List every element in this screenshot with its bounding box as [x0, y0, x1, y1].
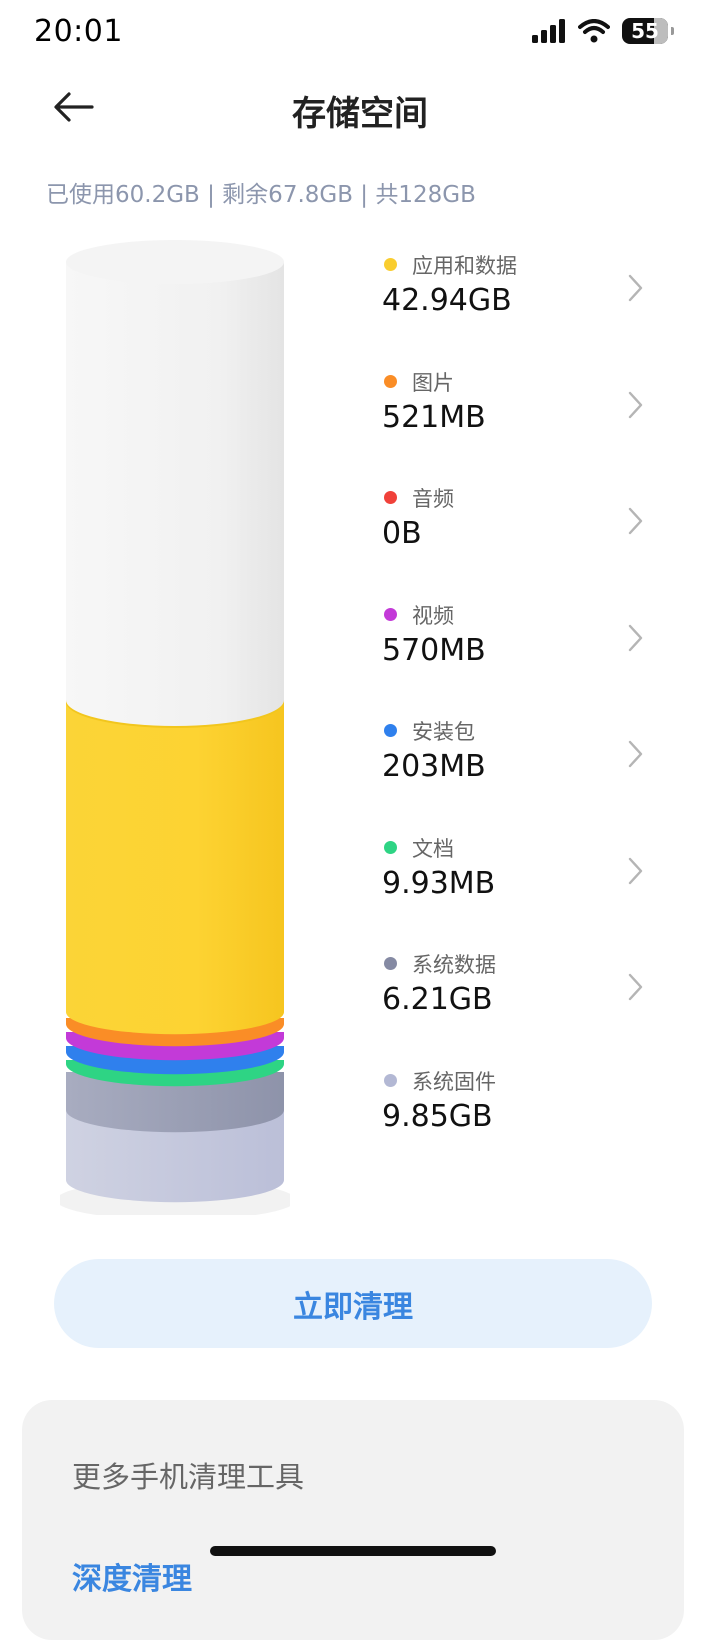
category-label: 文档	[412, 836, 454, 861]
storage-summary: 已使用60.2GB | 剩余67.8GB | 共128GB	[46, 182, 476, 208]
category-item-system-firmware: 系统固件 9.85GB	[382, 1064, 672, 1181]
category-list: 应用和数据 42.94GB 图片 521MB 音频 0B 视频 570MB 安装…	[382, 248, 672, 1180]
more-tools-card: 更多手机清理工具 深度清理	[22, 1400, 684, 1640]
chevron-right-icon	[628, 857, 643, 884]
header: 存储空间	[0, 72, 720, 142]
category-item-video[interactable]: 视频 570MB	[382, 598, 672, 715]
signal-icon	[532, 19, 565, 43]
more-tools-title: 更多手机清理工具	[72, 1460, 305, 1494]
chevron-right-icon	[628, 274, 643, 302]
category-item-installers[interactable]: 安装包 203MB	[382, 714, 672, 831]
chevron-right-icon	[628, 973, 643, 1001]
category-label: 图片	[412, 370, 454, 395]
status-time: 20:01	[34, 14, 123, 49]
color-dot	[384, 491, 397, 504]
chevron-right-icon	[628, 507, 643, 535]
category-label: 安装包	[412, 720, 475, 744]
category-item-documents[interactable]: 文档 9.93MB	[382, 831, 672, 948]
category-label: 应用和数据	[412, 254, 517, 278]
category-size: 9.93MB	[382, 865, 496, 901]
category-size: 0B	[382, 516, 422, 551]
battery-level-text: 55	[631, 19, 659, 43]
storage-cylinder-chart	[56, 235, 296, 1220]
category-item-photos[interactable]: 图片 521MB	[382, 365, 672, 482]
status-icons: 55	[532, 18, 674, 44]
status-bar: 20:01 55	[0, 0, 720, 70]
category-size: 203MB	[382, 749, 486, 784]
category-item-apps[interactable]: 应用和数据 42.94GB	[382, 248, 672, 365]
color-dot	[384, 607, 397, 621]
wifi-icon	[578, 19, 610, 43]
category-item-audio[interactable]: 音频 0B	[382, 481, 672, 598]
color-dot	[384, 957, 397, 970]
color-dot	[384, 724, 397, 737]
category-label: 音频	[412, 487, 454, 511]
page-title: 存储空间	[292, 94, 428, 134]
category-label: 系统固件	[412, 1069, 496, 1094]
category-size: 570MB	[382, 632, 486, 668]
category-size: 42.94GB	[382, 283, 512, 318]
battery-icon: 55	[622, 18, 674, 44]
category-label: 视频	[412, 603, 454, 628]
clean-now-button[interactable]: 立即清理	[54, 1259, 652, 1348]
category-size: 9.85GB	[382, 1098, 493, 1134]
color-dot	[384, 258, 397, 271]
chevron-right-icon	[628, 624, 643, 651]
category-label: 系统数据	[412, 953, 496, 977]
category-size: 6.21GB	[382, 982, 493, 1017]
color-dot	[384, 840, 397, 854]
chevron-right-icon	[628, 391, 643, 418]
chevron-right-icon	[628, 740, 643, 768]
deep-clean-link[interactable]: 深度清理	[72, 1554, 192, 1598]
home-indicator[interactable]	[210, 1546, 496, 1556]
category-size: 521MB	[382, 399, 486, 435]
category-item-system-data[interactable]: 系统数据 6.21GB	[382, 947, 672, 1064]
color-dot	[384, 374, 397, 388]
color-dot	[384, 1073, 397, 1087]
